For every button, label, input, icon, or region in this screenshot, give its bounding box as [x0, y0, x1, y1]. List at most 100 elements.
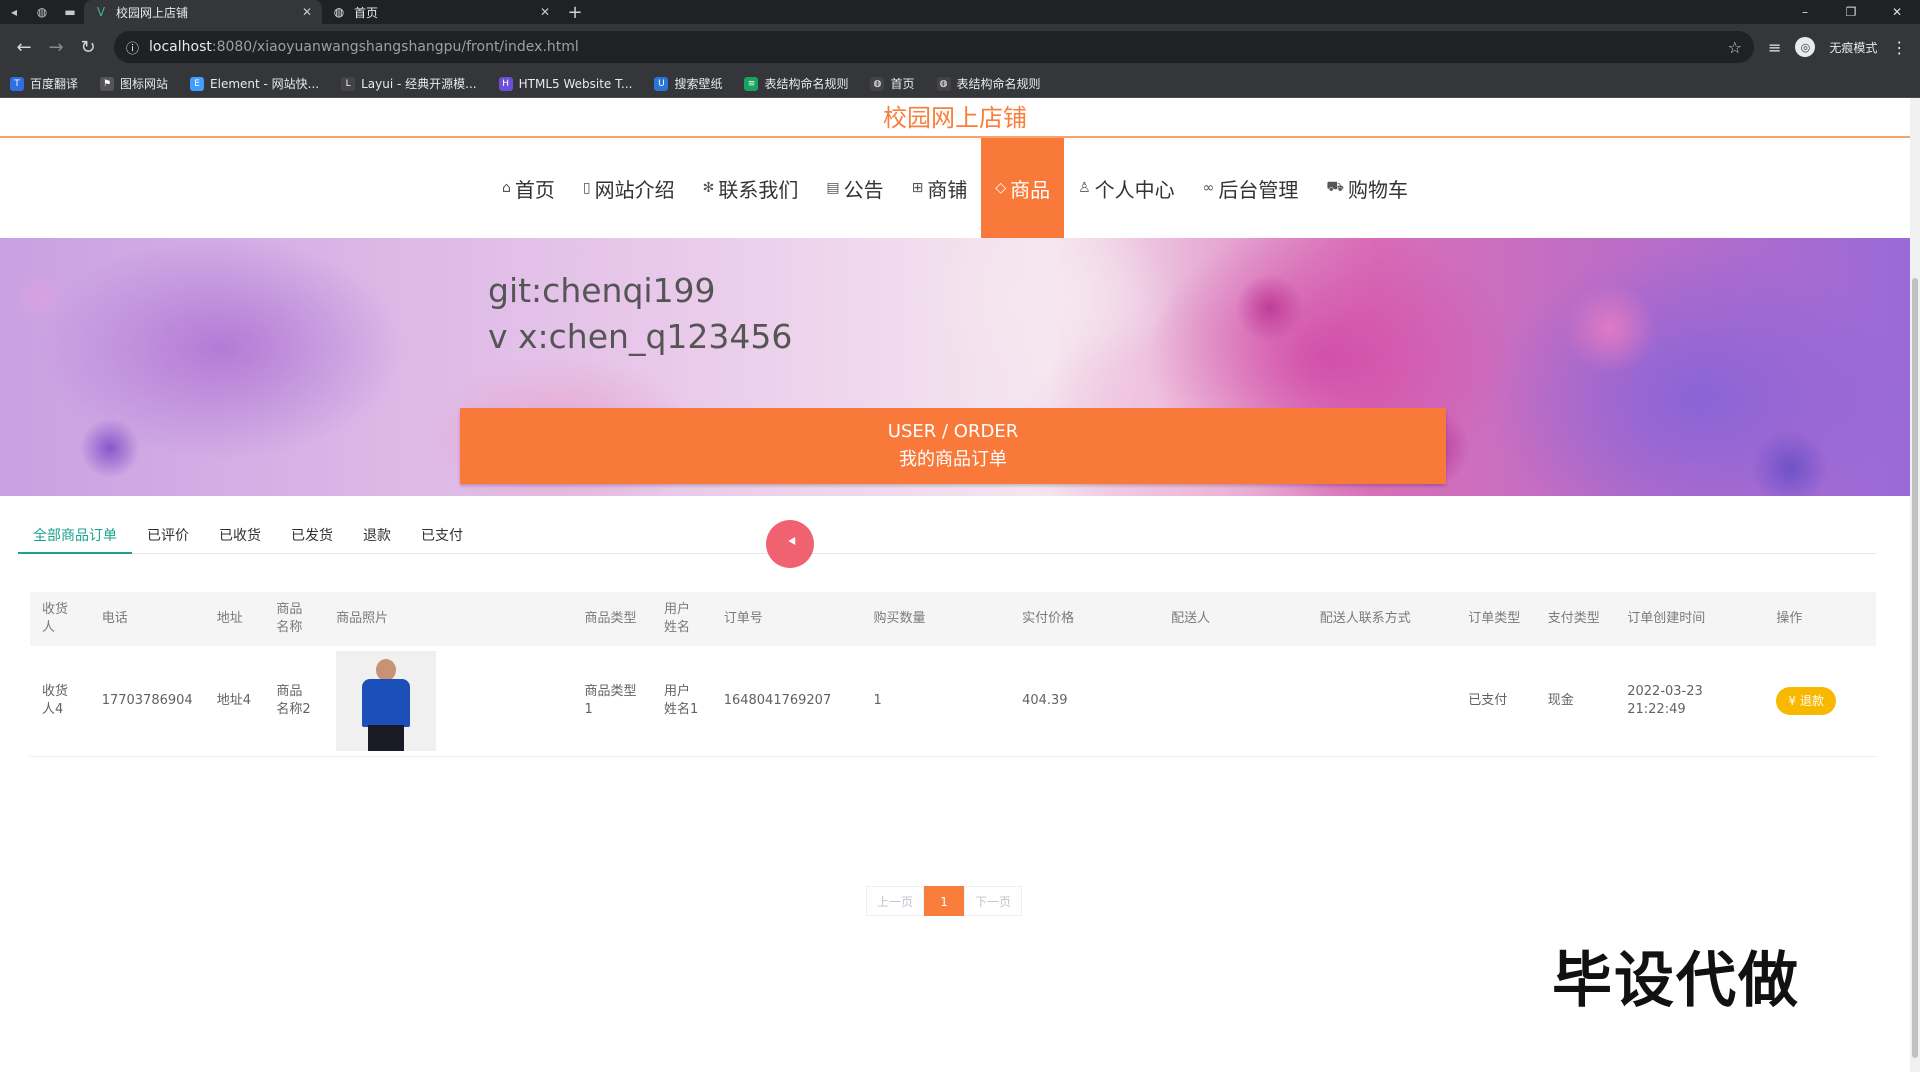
nav-item-cart[interactable]: ⛟ 购物车 [1312, 138, 1422, 238]
flag-icon: ⚑ [100, 76, 115, 91]
nav-item-products[interactable]: ◇ 商品 [981, 138, 1065, 238]
bookmark-item[interactable]: ≡ 表结构命名规则 [744, 75, 848, 92]
col-header: 订单创建时间 [1615, 592, 1765, 646]
tab-refund[interactable]: 退款 [348, 518, 406, 554]
bookmark-item[interactable]: H HTML5 Website T... [498, 76, 632, 91]
order-header-en: USER / ORDER [887, 421, 1019, 442]
refund-button[interactable]: ¥ 退款 [1776, 686, 1837, 715]
nav-item-notice[interactable]: ▤ 公告 [812, 138, 897, 238]
restore-icon[interactable]: ❐ [1828, 0, 1874, 24]
reading-list-icon[interactable]: ≡ [1768, 38, 1781, 57]
browser-tab-1[interactable]: V 校园网上店铺 ✕ [84, 0, 322, 24]
photo-shirt [362, 678, 411, 727]
photo-head [376, 658, 397, 681]
window-controls: – ❐ ✕ [1782, 0, 1920, 24]
window-icon[interactable]: ▬ [56, 0, 84, 24]
product-photo[interactable] [336, 650, 437, 751]
menu-icon[interactable]: ⋮ [1891, 38, 1907, 57]
table-row: 收货人4 17703786904 地址4 商品名称2 商品类型1 用户姓名1 1… [30, 646, 1876, 757]
incognito-icon[interactable]: ◎ [1795, 37, 1816, 57]
tab-all-orders[interactable]: 全部商品订单 [18, 518, 132, 554]
vue-logo-icon: V [96, 5, 106, 19]
url-path: :8080/xiaoyuanwangshangshangpu/front/ind… [211, 39, 579, 55]
site-info-icon[interactable]: ⓘ [126, 38, 139, 57]
address-bar: ← → ↻ ⓘ localhost:8080/xiaoyuanwangshang… [0, 24, 1920, 70]
photo-pants [368, 724, 405, 751]
bookmark-item[interactable]: T 百度翻译 [10, 75, 78, 92]
nav-item-shop[interactable]: ⊞ 商铺 [898, 138, 982, 238]
order-section-header: USER / ORDER 我的商品订单 [460, 408, 1446, 484]
tab-title: 首页 [354, 5, 379, 20]
minimize-icon[interactable]: – [1782, 0, 1828, 24]
back-icon[interactable]: ← [8, 37, 40, 58]
nav-item-intro[interactable]: ▯ 网站介绍 [569, 138, 689, 238]
col-header: 实付价格 [1010, 592, 1160, 646]
layui-logo-icon: L [341, 76, 356, 91]
nav-item-contact[interactable]: ✻ 联系我们 [689, 138, 813, 238]
tab-received[interactable]: 已收货 [204, 518, 276, 554]
cell-product-name: 商品名称2 [264, 646, 325, 757]
bookmark-item[interactable]: U 搜索壁纸 [654, 75, 722, 92]
cell-user-name: 用户姓名1 [652, 646, 712, 757]
bookmark-item[interactable]: E Element - 网站快... [190, 75, 319, 92]
wallpaper-icon: U [654, 76, 669, 91]
close-window-icon[interactable]: ✕ [1874, 0, 1920, 24]
globe-icon: ◍ [870, 76, 885, 91]
bookmark-star-icon[interactable]: ☆ [1728, 38, 1742, 57]
cell-consignee: 收货人4 [30, 646, 90, 757]
cell-address: 地址4 [204, 646, 265, 757]
cell-order-type: 已支付 [1456, 646, 1536, 757]
globe-icon: ◍ [333, 5, 345, 19]
col-header: 配送人联系方式 [1307, 592, 1457, 646]
cell-courier [1159, 646, 1308, 757]
page-content: 校园网上店铺 ⌂ 首页 ▯ 网站介绍 ✻ 联系我们 ▤ 公告 ⊞ 商铺 ◇ 商品 ♙ 个人中心… [0, 98, 1910, 1072]
profile-label[interactable]: 无痕模式 [1829, 39, 1877, 56]
tab-reviewed[interactable]: 已评价 [132, 518, 204, 554]
forward-icon[interactable]: → [40, 37, 72, 58]
globe-icon[interactable]: ◍ [28, 0, 56, 24]
html5-icon: H [498, 76, 513, 91]
new-tab-button[interactable]: + [560, 2, 590, 23]
cell-phone: 17703786904 [89, 646, 205, 757]
prev-page-button[interactable]: 上一页 [866, 886, 925, 916]
link-icon: ∞ [1202, 180, 1215, 196]
url-input[interactable]: ⓘ localhost:8080/xiaoyuanwangshangshangp… [114, 31, 1754, 63]
nav-item-profile[interactable]: ♙ 个人中心 [1064, 138, 1189, 238]
col-header: 配送人 [1159, 592, 1308, 646]
scrollbar-thumb[interactable] [1912, 278, 1918, 1058]
element-logo-icon: E [190, 76, 205, 91]
col-header: 收货人 [30, 592, 90, 646]
doc-icon: ▯ [582, 180, 591, 196]
order-header-cn: 我的商品订单 [899, 449, 1007, 470]
bookmark-item[interactable]: ⚑ 图标网站 [100, 75, 168, 92]
banner-caption: git:chenqi199 v x:chen_q123456 [488, 268, 792, 360]
bookmark-item[interactable]: ◍ 首页 [870, 75, 915, 92]
cell-pay-type: 现金 [1535, 646, 1616, 757]
cell-product-photo [324, 646, 573, 757]
cell-quantity: 1 [861, 646, 1011, 757]
reload-icon[interactable]: ↻ [72, 37, 104, 58]
page-number[interactable]: 1 [924, 886, 965, 916]
close-tab-icon[interactable]: ✕ [302, 5, 312, 19]
page-scrollbar[interactable] [1910, 98, 1920, 1072]
next-page-button[interactable]: 下一页 [964, 886, 1023, 916]
audio-icon[interactable]: ◂ [0, 0, 28, 24]
col-header: 商品照片 [324, 592, 573, 646]
site-title: 校园网上店铺 [0, 98, 1910, 138]
tab-shipped[interactable]: 已发货 [276, 518, 348, 554]
col-header: 订单号 [711, 592, 862, 646]
home-icon: ⌂ [502, 180, 511, 196]
col-header: 商品名称 [264, 592, 325, 646]
main-nav: ⌂ 首页 ▯ 网站介绍 ✻ 联系我们 ▤ 公告 ⊞ 商铺 ◇ 商品 ♙ 个人中心 ∞ 后台管理 … [0, 138, 1910, 238]
nav-item-admin[interactable]: ∞ 后台管理 [1189, 138, 1313, 238]
bookmark-item[interactable]: L Layui - 经典开源模... [341, 75, 477, 92]
yen-icon: ¥ [1788, 693, 1797, 708]
tab-paid[interactable]: 已支付 [406, 518, 478, 554]
watermark-text: 毕设代做 [1552, 946, 1800, 1016]
col-header: 订单类型 [1456, 592, 1536, 646]
nav-item-home[interactable]: ⌂ 首页 [488, 138, 569, 238]
close-tab-icon[interactable]: ✕ [540, 5, 550, 19]
browser-tab-2[interactable]: ◍ 首页 ✕ [322, 0, 560, 24]
cell-paid: 404.39 [1010, 646, 1160, 757]
bookmark-item[interactable]: ◍ 表结构命名规则 [936, 75, 1041, 92]
